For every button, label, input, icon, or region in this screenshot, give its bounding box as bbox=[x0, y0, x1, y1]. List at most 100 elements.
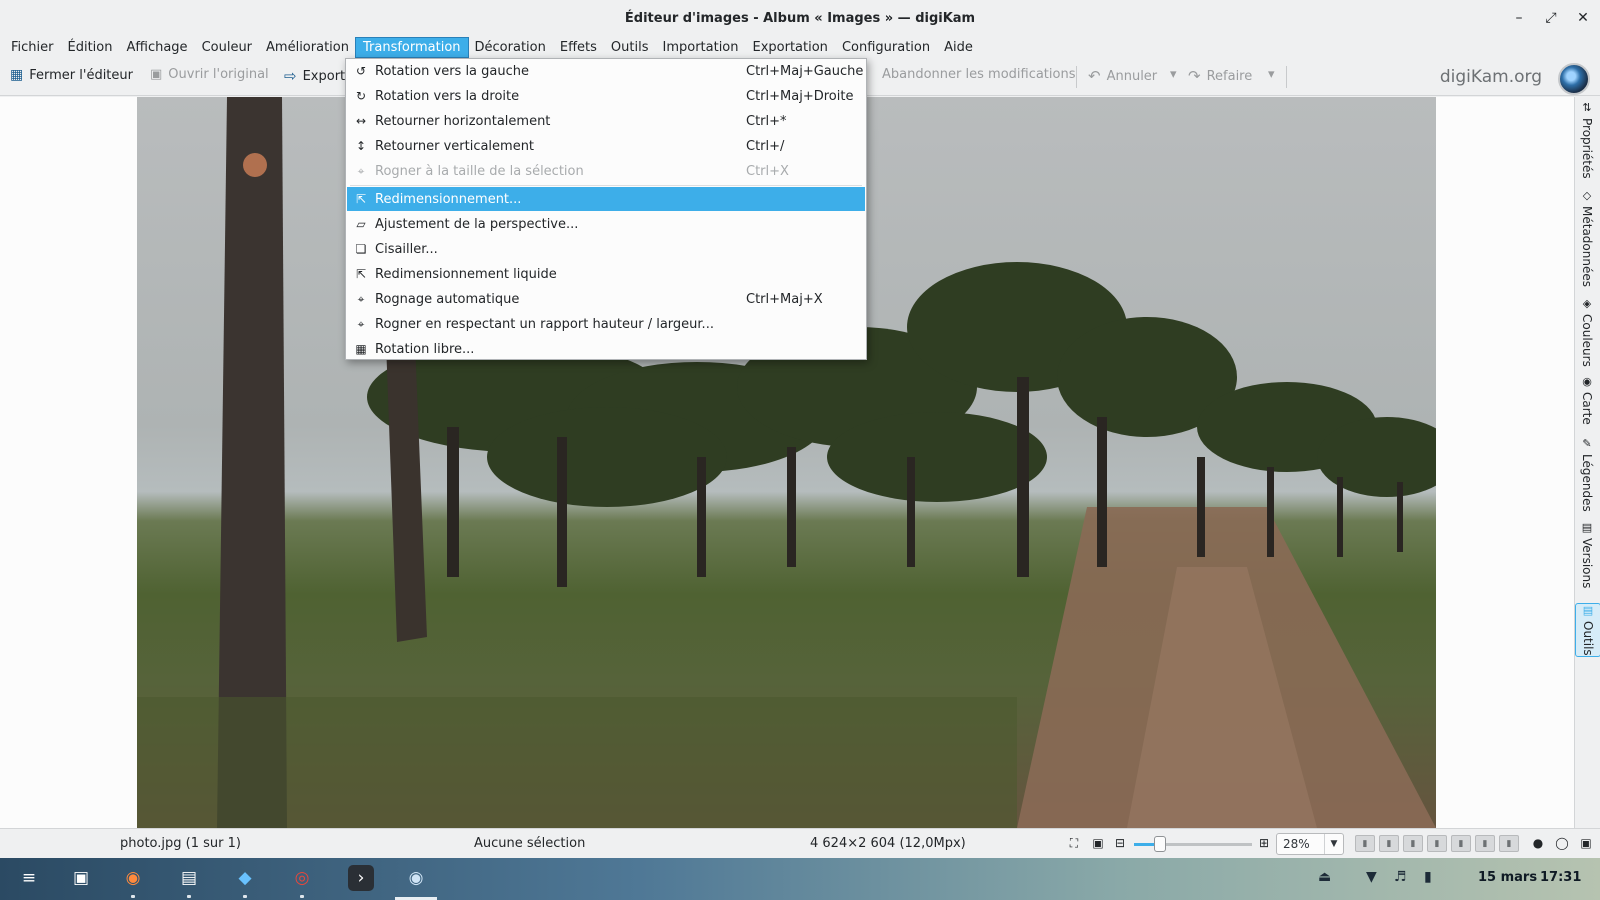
menu-item-perspective[interactable]: ▱ Ajustement de la perspective... bbox=[347, 212, 865, 236]
info-outline-icon[interactable]: ◯ bbox=[1554, 835, 1570, 851]
menu-item-label: Rotation vers la gauche bbox=[375, 63, 529, 79]
menu-item-ratio-crop[interactable]: ⌖ Rogner en respectant un rapport hauteu… bbox=[347, 312, 865, 336]
firefox-icon[interactable]: ◉ bbox=[120, 865, 146, 891]
export-button[interactable]: ⇨ Export bbox=[284, 67, 345, 85]
color-profile-button[interactable]: ▮ bbox=[1403, 835, 1423, 852]
sidebar-tab-label: Outils bbox=[1581, 621, 1595, 656]
zoom-out-icon[interactable]: ⊟ bbox=[1112, 835, 1128, 851]
open-original-button[interactable]: ▣ Ouvrir l'original bbox=[150, 67, 269, 82]
digikam-logo-icon bbox=[1558, 63, 1590, 95]
menu-item-label: Retourner horizontalement bbox=[375, 113, 551, 129]
taskbar-time[interactable]: 17:31 bbox=[1540, 870, 1581, 885]
menu-item-crop-to-selection[interactable]: ⌖ Rogner à la taille de la sélection Ctr… bbox=[347, 159, 865, 183]
redo-label: Refaire bbox=[1206, 68, 1253, 84]
crop-icon: ⌖ bbox=[357, 163, 365, 178]
digikam-icon[interactable]: ◉ bbox=[403, 865, 429, 891]
taskbar-date[interactable]: 15 mars bbox=[1478, 870, 1537, 885]
preview-original-button[interactable]: ▮ bbox=[1499, 835, 1519, 852]
status-file: photo.jpg (1 sur 1) bbox=[120, 836, 241, 851]
sidebar-toggle-icon[interactable]: ▣ bbox=[1578, 835, 1594, 851]
file-manager-icon[interactable]: ▤ bbox=[176, 865, 202, 891]
menu-item-rotate-right[interactable]: ↻ Rotation vers la droite Ctrl+Maj+Droit… bbox=[347, 84, 865, 108]
menu-item-label: Redimensionnement... bbox=[375, 191, 522, 207]
files-window-icon[interactable]: ▣ bbox=[68, 865, 94, 891]
menu-item-rotate-left[interactable]: ↺ Rotation vers la gauche Ctrl+Maj+Gauch… bbox=[347, 59, 865, 83]
export-icon: ⇨ bbox=[284, 67, 297, 85]
zoom-in-icon[interactable]: ⊞ bbox=[1256, 835, 1272, 851]
menu-item-free-rotation[interactable]: ▦ Rotation libre... bbox=[347, 337, 865, 361]
sidebar-tab-versions[interactable]: ▤ Versions bbox=[1575, 521, 1599, 588]
ratio-crop-icon: ⌖ bbox=[357, 316, 365, 331]
menu-transformation[interactable]: Transformation bbox=[354, 36, 469, 58]
underexposure-indicator-button[interactable]: ▮ bbox=[1355, 835, 1375, 852]
menu-amelioration[interactable]: Amélioration bbox=[259, 38, 356, 57]
overexposure-indicator-button[interactable]: ▮ bbox=[1379, 835, 1399, 852]
menu-aide[interactable]: Aide bbox=[937, 38, 980, 57]
transformation-menu: ↺ Rotation vers la gauche Ctrl+Maj+Gauch… bbox=[345, 58, 867, 360]
toolbar-separator bbox=[1076, 66, 1077, 88]
software-store-icon[interactable]: ◆ bbox=[232, 865, 258, 891]
menu-outils[interactable]: Outils bbox=[604, 38, 656, 57]
chrome-icon[interactable]: ◎ bbox=[289, 865, 315, 891]
fit-to-window-icon[interactable]: ⛶ bbox=[1066, 835, 1082, 851]
network-icon[interactable]: ▼ bbox=[1366, 869, 1377, 885]
flip-vertical-icon: ↕ bbox=[355, 139, 367, 153]
menu-effets[interactable]: Effets bbox=[553, 38, 604, 57]
open-original-label: Ouvrir l'original bbox=[168, 67, 269, 82]
image-icon: ▣ bbox=[150, 67, 163, 82]
menu-item-auto-crop[interactable]: ⌖ Rognage automatique Ctrl+Maj+X bbox=[347, 287, 865, 311]
zoom-slider-handle[interactable] bbox=[1154, 836, 1166, 852]
close-editor-button[interactable]: ▦ Fermer l'éditeur bbox=[10, 67, 133, 83]
menu-configuration[interactable]: Configuration bbox=[835, 38, 937, 57]
close-icon[interactable]: ✕ bbox=[1576, 10, 1590, 26]
menu-item-label: Rognage automatique bbox=[375, 291, 520, 307]
sidebar-tab-properties[interactable]: ⇅ Propriétés bbox=[1575, 101, 1599, 179]
redo-dropdown-icon[interactable]: ▾ bbox=[1268, 67, 1275, 82]
terminal-icon[interactable]: › bbox=[348, 865, 374, 891]
zorin-menu-icon[interactable]: ≡ bbox=[16, 865, 42, 891]
digikam-logo-text: digiKam.org bbox=[1439, 67, 1542, 87]
maximize-icon[interactable]: ⤢ bbox=[1544, 10, 1558, 26]
map-icon: ◉ bbox=[1582, 375, 1592, 388]
eject-icon[interactable]: ⏏ bbox=[1318, 869, 1331, 885]
menu-item-label: Ajustement de la perspective... bbox=[375, 216, 579, 232]
sidebar-tab-label: Versions bbox=[1580, 538, 1594, 589]
compare-view-button[interactable]: ▮ bbox=[1475, 835, 1495, 852]
menu-item-flip-vertical[interactable]: ↕ Retourner verticalement Ctrl+/ bbox=[347, 134, 865, 158]
sidebar-tab-colors[interactable]: ◈ Couleurs bbox=[1575, 297, 1599, 367]
redo-button[interactable]: ↷ Refaire bbox=[1188, 67, 1252, 85]
undo-dropdown-icon[interactable]: ▾ bbox=[1170, 67, 1177, 82]
info-filled-icon[interactable]: ● bbox=[1530, 835, 1546, 851]
free-rotation-icon: ▦ bbox=[355, 342, 367, 356]
menu-item-shortcut: Ctrl+Maj+Gauche bbox=[746, 63, 864, 79]
shear-icon: ❏ bbox=[355, 242, 367, 256]
menu-affichage[interactable]: Affichage bbox=[119, 38, 194, 57]
sidebar-tab-captions[interactable]: ✎ Légendes bbox=[1575, 437, 1599, 512]
menu-item-resize[interactable]: ⇱ Redimensionnement... bbox=[347, 187, 865, 211]
menu-exportation[interactable]: Exportation bbox=[746, 38, 835, 57]
menu-importation[interactable]: Importation bbox=[655, 38, 745, 57]
zoom-100-icon[interactable]: ▣ bbox=[1090, 835, 1106, 851]
menu-couleur[interactable]: Couleur bbox=[195, 38, 259, 57]
minimize-icon[interactable]: – bbox=[1512, 10, 1526, 26]
menu-edition[interactable]: Édition bbox=[61, 38, 120, 57]
rotate-right-icon: ↻ bbox=[355, 89, 367, 103]
menu-decoration[interactable]: Décoration bbox=[468, 38, 553, 57]
volume-icon[interactable]: ♬ bbox=[1394, 869, 1407, 885]
window-title: Éditeur d'images - Album « Images » — di… bbox=[624, 10, 976, 26]
menu-item-flip-horizontal[interactable]: ↔ Retourner horizontalement Ctrl+* bbox=[347, 109, 865, 133]
battery-icon[interactable]: ▮ bbox=[1424, 869, 1432, 885]
zoom-level-select[interactable]: 28% ▼ bbox=[1276, 833, 1344, 855]
discard-changes-button[interactable]: Abandonner les modifications bbox=[882, 67, 1075, 82]
menu-fichier[interactable]: Fichier bbox=[4, 38, 61, 57]
sidebar-tab-map[interactable]: ◉ Carte bbox=[1575, 375, 1599, 425]
close-editor-icon: ▦ bbox=[10, 67, 24, 83]
sidebar-tab-metadata[interactable]: ◇ Métadonnées bbox=[1575, 189, 1599, 287]
sidebar-tab-tools[interactable]: ▤ Outils bbox=[1575, 603, 1600, 657]
toolbar-separator bbox=[1286, 66, 1287, 88]
split-view-button[interactable]: ▮ bbox=[1451, 835, 1471, 852]
undo-button[interactable]: ↶ Annuler bbox=[1088, 67, 1157, 85]
menu-item-liquid-resize[interactable]: ⇱ Redimensionnement liquide bbox=[347, 262, 865, 286]
menu-item-shear[interactable]: ❏ Cisailler... bbox=[347, 237, 865, 261]
before-after-view-button[interactable]: ▮ bbox=[1427, 835, 1447, 852]
